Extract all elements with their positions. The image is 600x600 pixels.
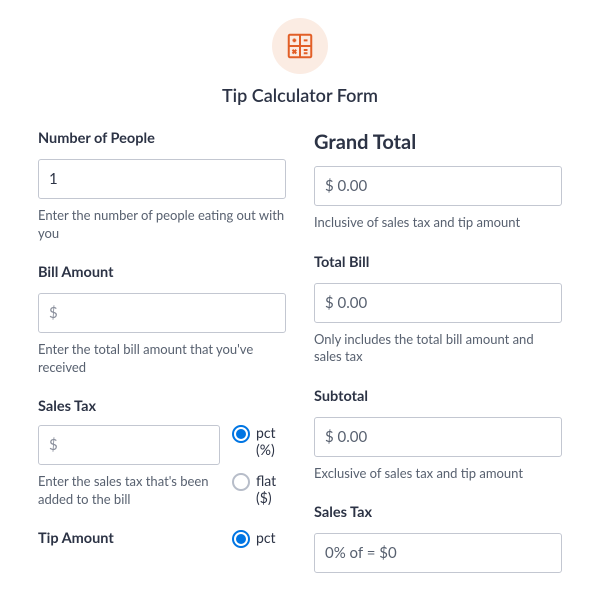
bill-label: Bill Amount <box>38 264 286 281</box>
tip-calculator-form: Tip Calculator Form Number of People Ent… <box>0 0 600 573</box>
sales-tax-pct-option[interactable]: pct (%) <box>232 425 286 459</box>
totals-column: Grand Total Inclusive of sales tax and t… <box>314 130 562 573</box>
tip-pct-option[interactable]: pct <box>232 530 286 548</box>
sales-tax-flat-label: flat ($) <box>256 473 286 507</box>
form-header: Tip Calculator Form <box>38 18 562 106</box>
sales-tax-help: Enter the sales tax that's been added to… <box>38 473 220 508</box>
grand-total-field: Grand Total Inclusive of sales tax and t… <box>314 130 562 232</box>
sales-tax-pct-label: pct (%) <box>256 425 286 459</box>
inputs-column: Number of People Enter the number of peo… <box>38 130 286 573</box>
sales-tax-output-label: Sales Tax <box>314 504 562 521</box>
people-input[interactable] <box>38 159 286 199</box>
total-bill-output <box>314 283 562 323</box>
total-bill-help: Only includes the total bill amount and … <box>314 331 562 366</box>
radio-checked-icon <box>232 530 250 548</box>
grand-total-label: Grand Total <box>314 130 562 154</box>
sales-tax-flat-option[interactable]: flat ($) <box>232 473 286 507</box>
people-field: Number of People Enter the number of peo… <box>38 130 286 242</box>
people-label: Number of People <box>38 130 286 147</box>
radio-checked-icon <box>232 425 250 443</box>
sales-tax-radio-group: pct (%) flat ($) <box>232 425 286 506</box>
people-help: Enter the number of people eating out wi… <box>38 207 286 242</box>
form-columns: Number of People Enter the number of peo… <box>38 130 562 573</box>
subtotal-output <box>314 417 562 457</box>
subtotal-field: Subtotal Exclusive of sales tax and tip … <box>314 388 562 483</box>
tip-radio-group: pct <box>232 530 286 548</box>
sales-tax-label: Sales Tax <box>38 398 96 415</box>
sales-tax-output <box>314 533 562 573</box>
grand-total-help: Inclusive of sales tax and tip amount <box>314 214 562 232</box>
sales-tax-field: Sales Tax Enter the sales tax that's bee… <box>38 398 286 508</box>
grand-total-output <box>314 166 562 206</box>
sales-tax-input[interactable] <box>38 425 220 465</box>
subtotal-label: Subtotal <box>314 388 562 405</box>
bill-input[interactable] <box>38 293 286 333</box>
radio-unchecked-icon <box>232 473 250 491</box>
tip-label: Tip Amount <box>38 530 114 547</box>
tip-field: Tip Amount pct <box>38 530 286 548</box>
tip-pct-label: pct <box>256 530 276 547</box>
calculator-icon <box>272 18 328 74</box>
total-bill-field: Total Bill Only includes the total bill … <box>314 254 562 366</box>
form-title: Tip Calculator Form <box>38 84 562 106</box>
sales-tax-output-field: Sales Tax <box>314 504 562 573</box>
subtotal-help: Exclusive of sales tax and tip amount <box>314 465 562 483</box>
bill-field: Bill Amount Enter the total bill amount … <box>38 264 286 376</box>
total-bill-label: Total Bill <box>314 254 562 271</box>
bill-help: Enter the total bill amount that you've … <box>38 341 286 376</box>
